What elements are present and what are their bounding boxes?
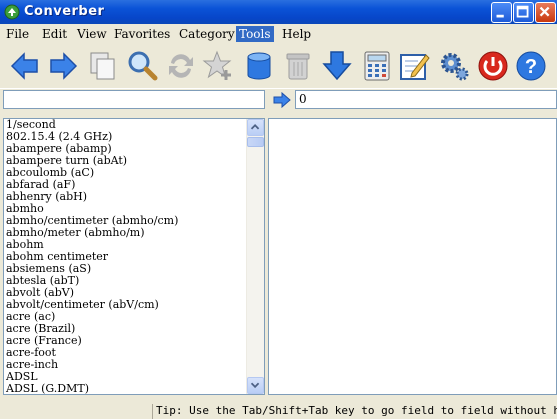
close-button[interactable] <box>535 2 556 23</box>
download-button[interactable] <box>320 49 354 83</box>
swap-icon <box>169 54 193 78</box>
window-title: Converber <box>24 4 105 19</box>
settings-button[interactable] <box>437 49 471 83</box>
download-icon <box>322 51 352 81</box>
trash-icon <box>286 53 310 80</box>
list-item[interactable]: abhenry (abH) <box>6 191 264 203</box>
list-item[interactable]: ADSL (G.DMT) <box>6 383 264 395</box>
from-value-input[interactable] <box>3 90 265 109</box>
status-tip: Tip: Use the Tab/Shift+Tab key to go fie… <box>152 404 557 419</box>
calculator-icon <box>364 51 390 81</box>
results-panel[interactable] <box>268 118 557 395</box>
help-button[interactable]: ? <box>514 49 548 83</box>
search-icon <box>128 51 158 81</box>
unit-list-scrollbar[interactable] <box>246 119 264 394</box>
power-icon <box>478 51 508 81</box>
menu-favorites[interactable]: Favorites <box>111 26 173 42</box>
back-arrow-icon <box>10 52 38 80</box>
maximize-button[interactable] <box>513 2 534 23</box>
menu-category[interactable]: Category <box>176 26 238 42</box>
convert-arrow-icon <box>273 92 291 108</box>
copy-icon <box>90 52 115 80</box>
swap-button[interactable] <box>164 49 198 83</box>
list-item[interactable]: abmho/meter (abmho/m) <box>6 227 264 239</box>
database-icon <box>247 52 271 80</box>
forward-arrow-icon <box>50 52 78 80</box>
settings-gear-icon <box>441 53 469 81</box>
app-icon <box>4 4 20 20</box>
menu-file[interactable]: File <box>3 26 32 42</box>
database-button[interactable] <box>242 49 276 83</box>
edit-button[interactable] <box>398 49 432 83</box>
edit-icon <box>400 54 430 80</box>
minimize-icon <box>496 14 504 18</box>
menu-edit[interactable]: Edit <box>39 26 70 42</box>
scroll-thumb[interactable] <box>247 137 264 147</box>
title-bar: Converber <box>0 0 557 24</box>
search-button[interactable] <box>125 49 159 83</box>
menu-bar: File Edit View Favorites Category Tools … <box>0 24 557 44</box>
menu-help[interactable]: Help <box>279 26 314 42</box>
maximize-icon <box>516 5 529 18</box>
scroll-down-button[interactable] <box>247 377 264 394</box>
svg-text:?: ? <box>525 56 537 78</box>
help-icon: ? <box>516 51 546 81</box>
back-button[interactable] <box>8 49 42 83</box>
exit-button[interactable] <box>476 49 510 83</box>
menu-view[interactable]: View <box>74 26 110 42</box>
scroll-up-button[interactable] <box>247 119 264 136</box>
forward-button[interactable] <box>46 49 80 83</box>
list-item[interactable]: acre-inch <box>6 359 264 371</box>
delete-button[interactable] <box>281 49 315 83</box>
chevron-up-icon <box>250 124 260 130</box>
copy-button[interactable] <box>86 49 120 83</box>
calculator-button[interactable] <box>360 49 394 83</box>
to-value-output[interactable]: 0 <box>295 90 557 109</box>
unit-list-items: 1/second 802.15.4 (2.4 GHz) abampere (ab… <box>4 119 264 395</box>
chevron-down-icon <box>250 382 260 389</box>
unit-list[interactable]: 1/second 802.15.4 (2.4 GHz) abampere (ab… <box>3 118 265 395</box>
close-icon <box>539 6 550 17</box>
minimize-button[interactable] <box>491 2 512 23</box>
add-favorite-button[interactable] <box>202 49 236 83</box>
toolbar: ? <box>0 44 557 89</box>
conversion-input-row: 0 <box>0 89 557 113</box>
menu-tools[interactable]: Tools <box>236 26 274 42</box>
add-favorite-icon <box>202 50 232 80</box>
